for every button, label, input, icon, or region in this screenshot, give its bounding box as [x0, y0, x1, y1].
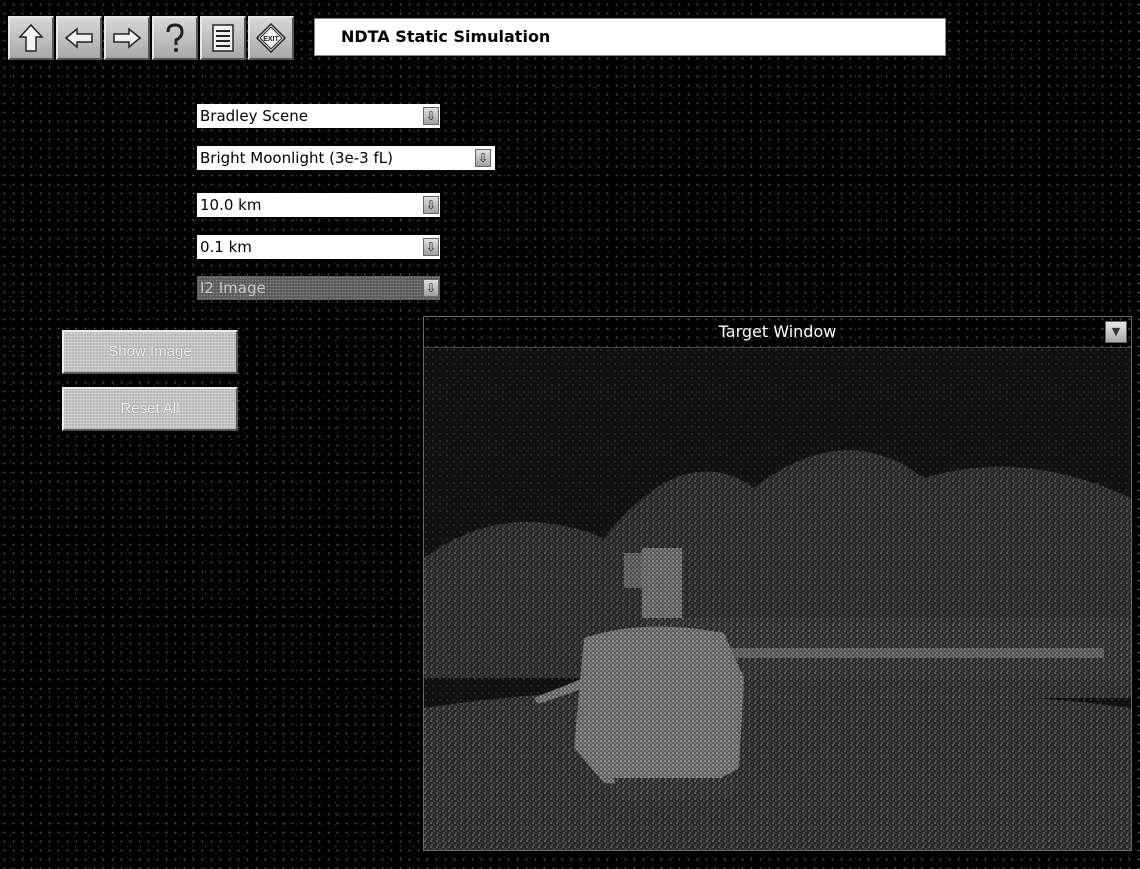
target-window-title: Target Window [718, 322, 837, 341]
ndta-screen: EXIT NDTA Static Simulation Bradley Scen… [0, 0, 1140, 869]
visibility-select-value: 0.1 km [200, 238, 252, 256]
scene-select-value: Bradley Scene [200, 107, 308, 125]
target-window-header: Target Window ▼ [424, 317, 1131, 348]
document-icon [212, 24, 234, 52]
chevron-down-icon[interactable]: ⇩ [423, 107, 439, 125]
target-image [424, 348, 1131, 850]
exit-button[interactable]: EXIT [248, 16, 294, 60]
range-select[interactable]: 10.0 km ⇩ [197, 193, 440, 217]
range-select-value: 10.0 km [200, 196, 262, 214]
reset-all-button[interactable]: Reset All [62, 387, 238, 431]
scene-select[interactable]: Bradley Scene ⇩ [197, 104, 440, 128]
show-image-button[interactable]: Show Image [62, 330, 238, 374]
chevron-down-icon[interactable]: ⇩ [423, 238, 439, 256]
back-button[interactable] [56, 16, 102, 60]
exit-icon: EXIT [255, 22, 287, 54]
exit-icon-label: EXIT [263, 36, 279, 43]
back-arrow-icon [64, 27, 93, 49]
chevron-down-icon: ▼ [1111, 325, 1121, 338]
window-menu-button[interactable]: ▼ [1105, 321, 1127, 343]
target-window: Target Window ▼ [423, 316, 1132, 851]
chevron-down-icon: ⇩ [423, 279, 439, 297]
illumination-select-value: Bright Moonlight (3e-3 fL) [200, 149, 393, 167]
image-type-select-value: I2 Image [200, 279, 266, 297]
visibility-select[interactable]: 0.1 km ⇩ [197, 235, 440, 259]
app-title: NDTA Static Simulation [314, 18, 946, 56]
help-icon [166, 23, 184, 52]
forward-arrow-icon [113, 27, 142, 49]
up-button[interactable] [8, 16, 54, 60]
forward-button[interactable] [104, 16, 150, 60]
chevron-down-icon[interactable]: ⇩ [475, 149, 491, 167]
toolbar: EXIT [8, 14, 294, 62]
image-type-select: I2 Image ⇩ [197, 276, 440, 300]
chevron-down-icon[interactable]: ⇩ [423, 196, 439, 214]
bradley-scene-image [424, 348, 1131, 850]
help-button[interactable] [152, 16, 198, 60]
illumination-select[interactable]: Bright Moonlight (3e-3 fL) ⇩ [197, 146, 495, 170]
document-button[interactable] [200, 16, 246, 60]
up-arrow-icon [18, 23, 44, 52]
